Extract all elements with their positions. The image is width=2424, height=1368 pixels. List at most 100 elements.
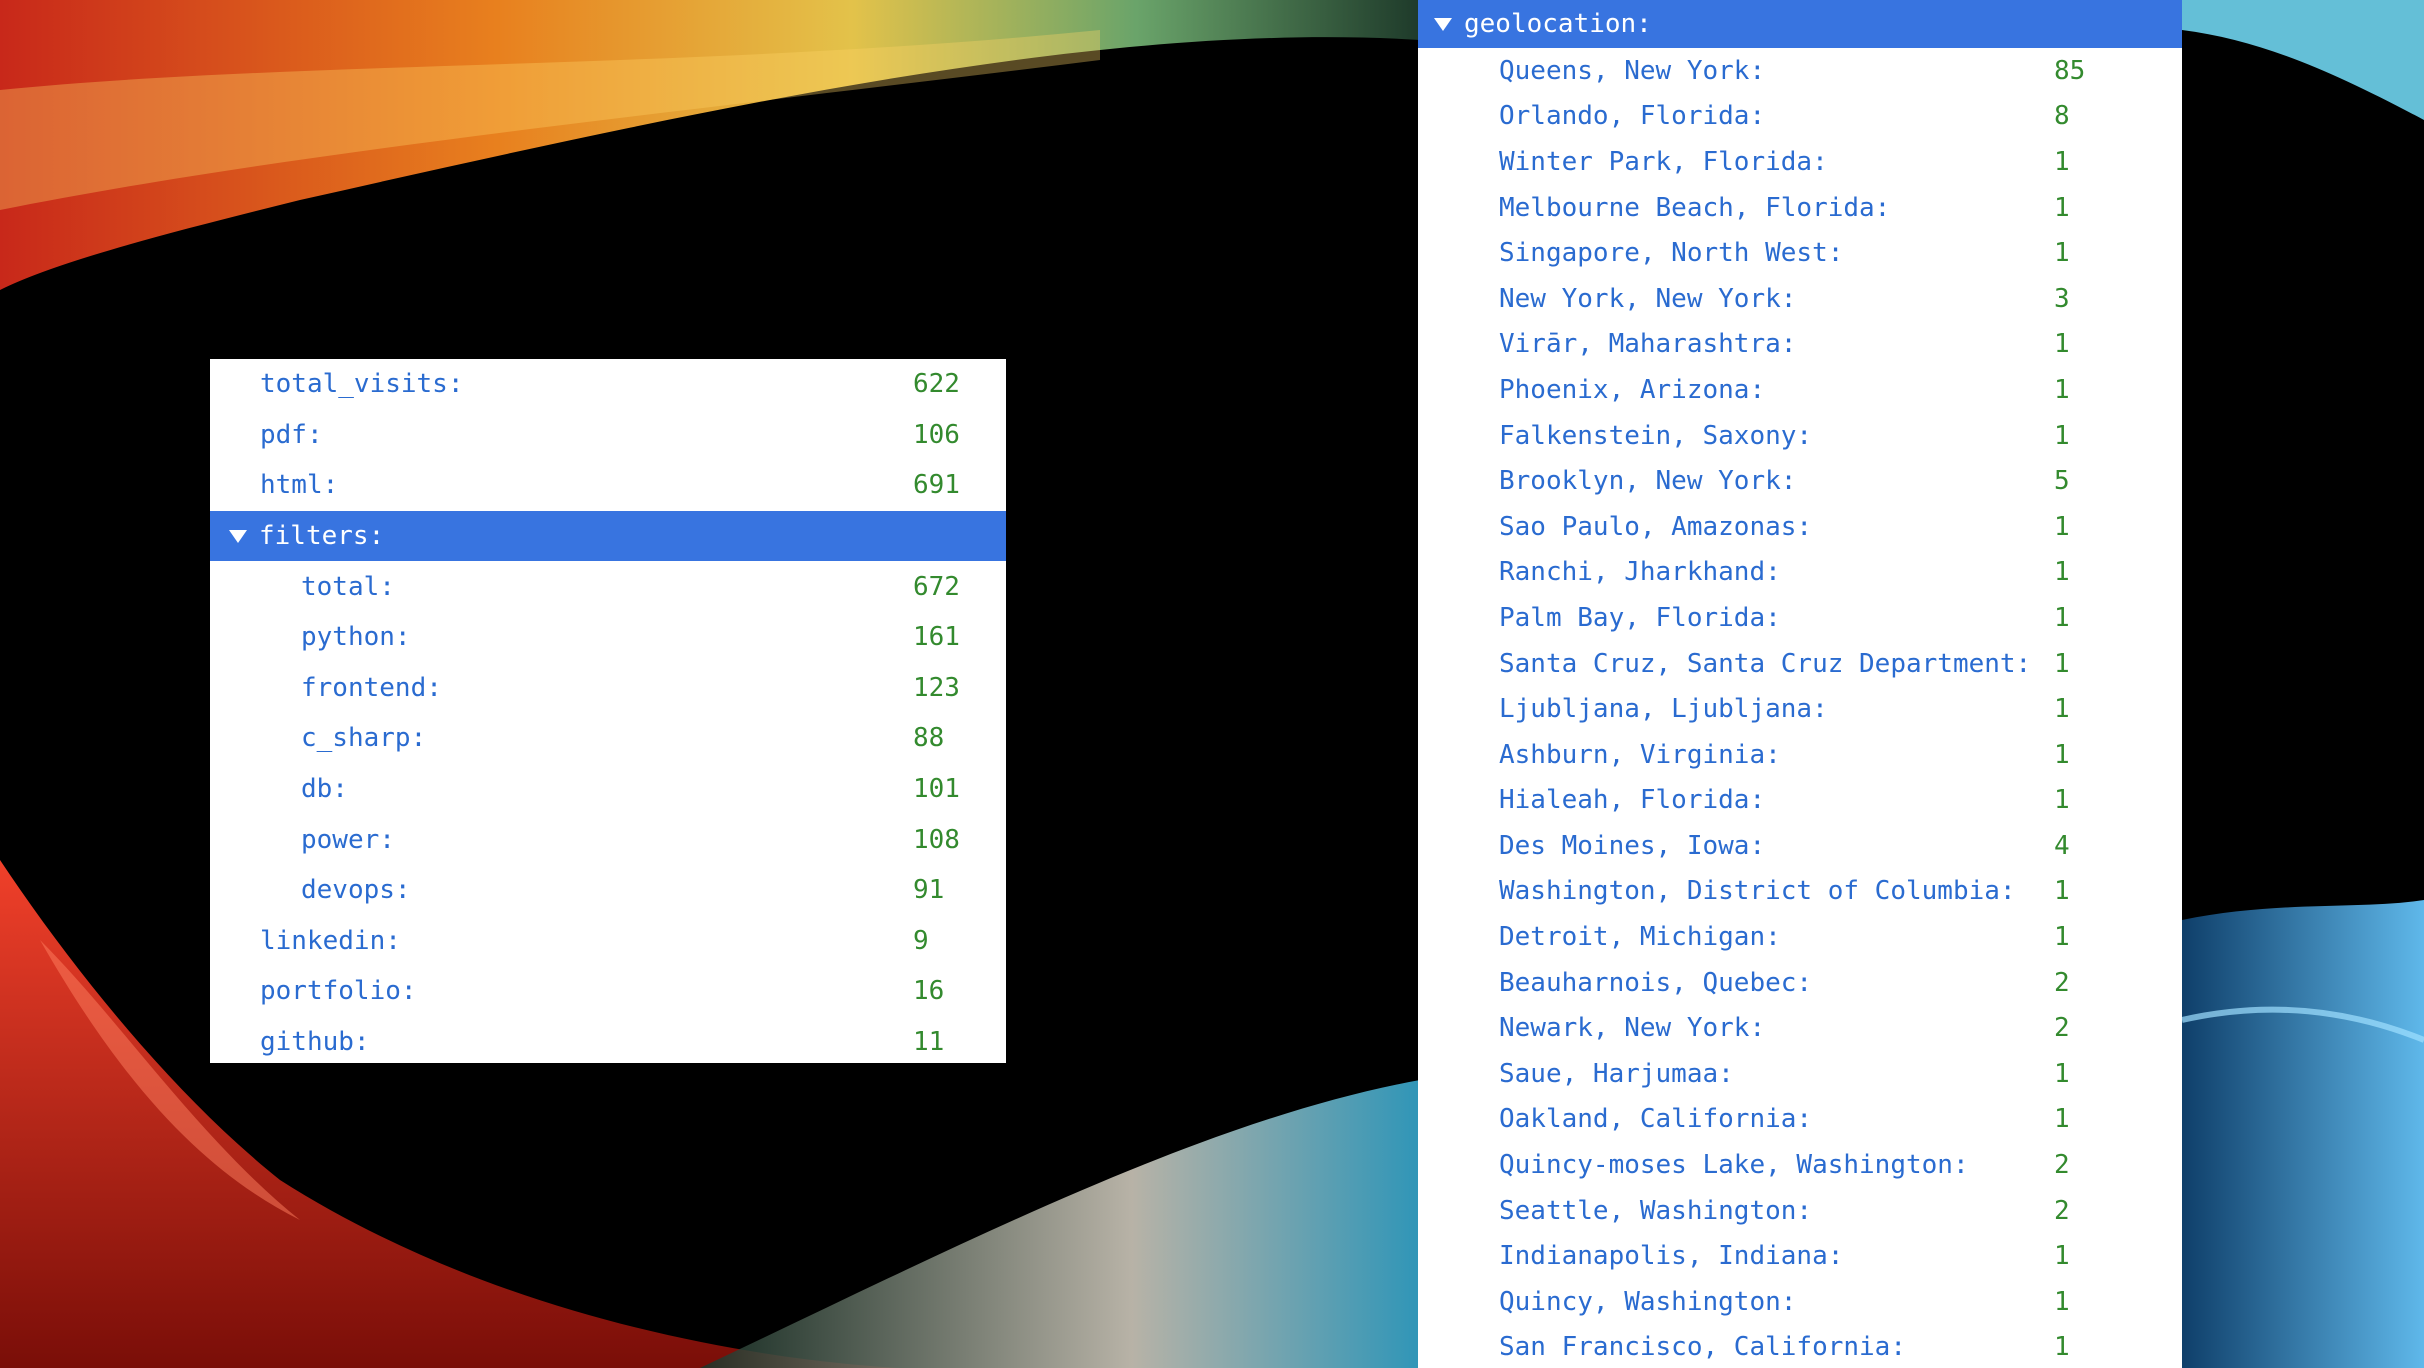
row-value: 11 <box>913 1027 945 1058</box>
geolocation-label: geolocation: <box>1464 9 1652 39</box>
row-key: San Francisco, California: <box>1499 1332 1906 1363</box>
tree-row-html[interactable]: html: 691 <box>210 460 1006 511</box>
row-value: 8 <box>2054 101 2070 132</box>
row-key: linkedin: <box>260 925 401 956</box>
row-value: 108 <box>913 824 960 855</box>
tree-row-power[interactable]: power: 108 <box>210 814 1006 865</box>
row-value: 123 <box>913 672 960 703</box>
row-value: 9 <box>913 925 929 956</box>
row-value: 88 <box>913 723 945 754</box>
geolocation-row[interactable]: Washington, District of Columbia: 1 <box>1418 869 2182 915</box>
geolocation-row[interactable]: Palm Bay, Florida: 1 <box>1418 595 2182 641</box>
row-value: 1 <box>2054 648 2070 679</box>
row-value: 2 <box>2054 1150 2070 1181</box>
row-key: Orlando, Florida: <box>1499 101 1766 132</box>
row-key: power: <box>301 824 395 855</box>
row-key: Quincy, Washington: <box>1499 1286 1797 1317</box>
geolocation-row[interactable]: Sao Paulo, Amazonas: 1 <box>1418 504 2182 550</box>
tree-row-portfolio[interactable]: portfolio: 16 <box>210 966 1006 1017</box>
geolocation-row[interactable]: Seattle, Washington: 2 <box>1418 1188 2182 1234</box>
row-key: Santa Cruz, Santa Cruz Department: <box>1499 648 2032 679</box>
geolocation-row[interactable]: Orlando, Florida: 8 <box>1418 94 2182 140</box>
geolocation-row[interactable]: Queens, New York: 85 <box>1418 48 2182 94</box>
row-value: 91 <box>913 875 945 906</box>
row-value: 1 <box>2054 329 2070 360</box>
row-key: Falkenstein, Saxony: <box>1499 420 1813 451</box>
tree-row-total[interactable]: total: 672 <box>210 561 1006 612</box>
row-value: 2 <box>2054 967 2070 998</box>
row-value: 161 <box>913 622 960 653</box>
filters-label: filters: <box>259 521 385 552</box>
geolocation-row[interactable]: Quincy-moses Lake, Washington: 2 <box>1418 1142 2182 1188</box>
row-value: 1 <box>2054 1058 2070 1089</box>
geolocation-row[interactable]: Virār, Maharashtra: 1 <box>1418 322 2182 368</box>
geolocation-row[interactable]: Singapore, North West: 1 <box>1418 230 2182 276</box>
triangle-down-icon <box>1434 17 1452 31</box>
row-value: 1 <box>2054 1104 2070 1135</box>
geolocation-row[interactable]: Falkenstein, Saxony: 1 <box>1418 413 2182 459</box>
geolocation-row[interactable]: Detroit, Michigan: 1 <box>1418 914 2182 960</box>
row-key: Ranchi, Jharkhand: <box>1499 557 1781 588</box>
row-value: 1 <box>2054 694 2070 725</box>
row-value: 2 <box>2054 1195 2070 1226</box>
row-key: Ljubljana, Ljubljana: <box>1499 694 1828 725</box>
row-value: 16 <box>913 976 945 1007</box>
tree-row-frontend[interactable]: frontend: 123 <box>210 663 1006 714</box>
geolocation-row[interactable]: Melbourne Beach, Florida: 1 <box>1418 185 2182 231</box>
geolocation-row[interactable]: New York, New York: 3 <box>1418 276 2182 322</box>
row-key: c_sharp: <box>301 723 427 754</box>
geolocation-row[interactable]: Ashburn, Virginia: 1 <box>1418 732 2182 778</box>
geolocation-row[interactable]: Winter Park, Florida: 1 <box>1418 139 2182 185</box>
geolocation-row[interactable]: Ljubljana, Ljubljana: 1 <box>1418 686 2182 732</box>
tree-row-python[interactable]: python: 161 <box>210 612 1006 663</box>
tree-row-total-visits[interactable]: total_visits: 622 <box>210 359 1006 410</box>
geolocation-tree-panel: geolocation: Queens, New York: 85 Orlando,… <box>1418 0 2182 1368</box>
row-key: Indianapolis, Indiana: <box>1499 1241 1844 1272</box>
tree-row-linkedin[interactable]: linkedin: 9 <box>210 916 1006 967</box>
row-value: 1 <box>2054 238 2070 269</box>
geolocation-row[interactable]: Quincy, Washington: 1 <box>1418 1279 2182 1325</box>
row-key: New York, New York: <box>1499 283 1797 314</box>
filters-toggle-row[interactable]: filters: <box>210 510 1006 562</box>
tree-row-github[interactable]: github: 11 <box>210 1017 1006 1068</box>
geolocation-row[interactable]: Phoenix, Arizona: 1 <box>1418 367 2182 413</box>
row-value: 1 <box>2054 420 2070 451</box>
row-key: Palm Bay, Florida: <box>1499 602 1781 633</box>
geolocation-row[interactable]: Newark, New York: 2 <box>1418 1005 2182 1051</box>
tree-row-devops[interactable]: devops: 91 <box>210 865 1006 916</box>
geolocation-row[interactable]: San Francisco, California: 1 <box>1418 1325 2182 1368</box>
geolocation-row[interactable]: Des Moines, Iowa: 4 <box>1418 823 2182 869</box>
tree-row-pdf[interactable]: pdf: 106 <box>210 410 1006 461</box>
tree-row-db[interactable]: db: 101 <box>210 764 1006 815</box>
row-key: html: <box>260 470 339 501</box>
row-key: Brooklyn, New York: <box>1499 466 1797 497</box>
geolocation-row[interactable]: Ranchi, Jharkhand: 1 <box>1418 550 2182 596</box>
geolocation-row[interactable]: Saue, Harjumaa: 1 <box>1418 1051 2182 1097</box>
row-value: 1 <box>2054 192 2070 223</box>
row-key: python: <box>301 622 411 653</box>
row-key: Newark, New York: <box>1499 1013 1766 1044</box>
geolocation-row[interactable]: Oakland, California: 1 <box>1418 1097 2182 1143</box>
geolocation-row[interactable]: Santa Cruz, Santa Cruz Department: 1 <box>1418 641 2182 687</box>
row-key: Virār, Maharashtra: <box>1499 329 1797 360</box>
row-value: 1 <box>2054 146 2070 177</box>
row-key: Phoenix, Arizona: <box>1499 374 1766 405</box>
row-key: github: <box>260 1027 370 1058</box>
row-value: 2 <box>2054 1013 2070 1044</box>
top-level-rows: total_visits: 622 pdf: 106 html: 691 <box>210 359 1006 511</box>
row-key: Hialeah, Florida: <box>1499 785 1766 816</box>
geolocation-row[interactable]: Beauharnois, Quebec: 2 <box>1418 960 2182 1006</box>
row-value: 1 <box>2054 876 2070 907</box>
geolocation-row[interactable]: Indianapolis, Indiana: 1 <box>1418 1233 2182 1279</box>
row-key: Oakland, California: <box>1499 1104 1813 1135</box>
row-value: 691 <box>913 470 960 501</box>
geolocation-row[interactable]: Brooklyn, New York: 5 <box>1418 458 2182 504</box>
geolocation-row[interactable]: Hialeah, Florida: 1 <box>1418 778 2182 824</box>
tree-row-c-sharp[interactable]: c_sharp: 88 <box>210 713 1006 764</box>
row-key: devops: <box>301 875 411 906</box>
geolocation-list: Queens, New York: 85 Orlando, Florida: 8 Win… <box>1418 48 2182 1368</box>
row-value: 1 <box>2054 922 2070 953</box>
row-value: 101 <box>913 774 960 805</box>
row-value: 1 <box>2054 1241 2070 1272</box>
geolocation-toggle-row[interactable]: geolocation: <box>1418 0 2182 48</box>
